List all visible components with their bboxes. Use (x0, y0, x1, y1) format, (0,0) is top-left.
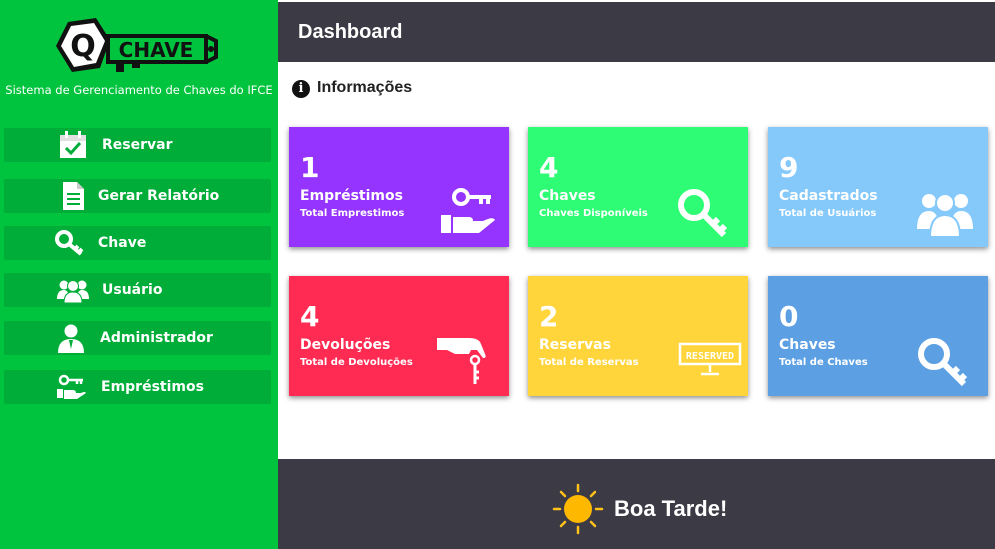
card-sublabel: Total de Chaves (779, 357, 868, 368)
info-icon: i (292, 80, 310, 98)
sidebar-item-label: Administrador (100, 330, 213, 346)
system-title: Sistema de Gerenciamento de Chaves do IF… (5, 83, 273, 97)
sidebar-item-reservar[interactable]: Reservar (4, 128, 271, 162)
card-value: 9 (779, 151, 799, 184)
reserved-sign-icon: RESERVED (678, 342, 742, 376)
footer-bar: Boa Tarde! (278, 459, 995, 549)
card-value: 4 (300, 300, 320, 333)
card-label: Devoluções (300, 337, 391, 353)
users-icon (56, 275, 90, 305)
key-icon (918, 338, 968, 387)
card-reservas[interactable]: 2 Reservas Total de Reservas RESERVED (528, 276, 748, 396)
card-sublabel: Chaves Disponíveis (539, 208, 648, 219)
card-value: 2 (539, 300, 559, 333)
card-total-chaves[interactable]: 0 Chaves Total de Chaves (768, 276, 988, 396)
sidebar-item-label: Reservar (102, 137, 173, 153)
logo-word: CHAVE (119, 38, 194, 62)
card-devolucoes[interactable]: 4 Devoluções Total de Devoluções (289, 276, 509, 396)
card-value: 1 (300, 151, 320, 184)
sidebar-item-label: Usuário (102, 282, 163, 298)
card-label: Cadastrados (779, 188, 878, 204)
sidebar-item-gerar-relatorio[interactable]: Gerar Relatório (4, 179, 271, 213)
sidebar-item-chave[interactable]: Chave (4, 226, 271, 260)
sidebar-item-label: Chave (98, 235, 147, 251)
admin-icon (54, 323, 88, 353)
hand-key-icon (437, 338, 486, 384)
card-value: 4 (539, 151, 559, 184)
sidebar-item-emprestimos[interactable]: Empréstimos (4, 370, 271, 404)
card-label: Chaves (779, 337, 836, 353)
sidebar-item-administrador[interactable]: Administrador (4, 321, 271, 355)
greeting-text: Boa Tarde! (614, 496, 728, 521)
card-emprestimos[interactable]: 1 Empréstimos Total Emprestimos (289, 127, 509, 247)
card-value: 0 (779, 300, 799, 333)
card-label: Empréstimos (300, 188, 403, 204)
card-cadastrados[interactable]: 9 Cadastrados Total de Usuários (768, 127, 988, 247)
key-in-hand-icon (54, 372, 88, 402)
card-sublabel: Total de Devoluções (300, 357, 413, 368)
document-icon (56, 181, 90, 211)
q-chave-logo: Q CHAVE (56, 18, 218, 72)
sidebar-item-label: Empréstimos (101, 379, 204, 395)
card-sublabel: Total de Usuários (779, 208, 877, 219)
sidebar-item-usuario[interactable]: Usuário (4, 273, 271, 307)
sidebar-item-label: Gerar Relatório (98, 188, 220, 204)
key-icon (54, 228, 88, 258)
card-sublabel: Total de Reservas (539, 357, 639, 368)
section-title: Informações (317, 79, 413, 96)
sidebar: Q CHAVE Sistema de Gerenciamento de Chav… (0, 0, 278, 549)
card-label: Reservas (539, 337, 611, 353)
svg-text:RESERVED: RESERVED (686, 351, 734, 362)
sun-icon (552, 483, 604, 535)
page-title: Dashboard (298, 21, 403, 43)
card-label: Chaves (539, 188, 596, 204)
card-chaves-disponiveis[interactable]: 4 Chaves Chaves Disponíveis (528, 127, 748, 247)
key-icon (678, 189, 728, 238)
header-bar: Dashboard (278, 2, 995, 62)
key-in-hand-icon (441, 188, 495, 233)
logo-letter: Q (70, 29, 96, 64)
calendar-check-icon (56, 130, 90, 160)
card-sublabel: Total Emprestimos (300, 208, 405, 219)
users-icon (917, 193, 973, 238)
